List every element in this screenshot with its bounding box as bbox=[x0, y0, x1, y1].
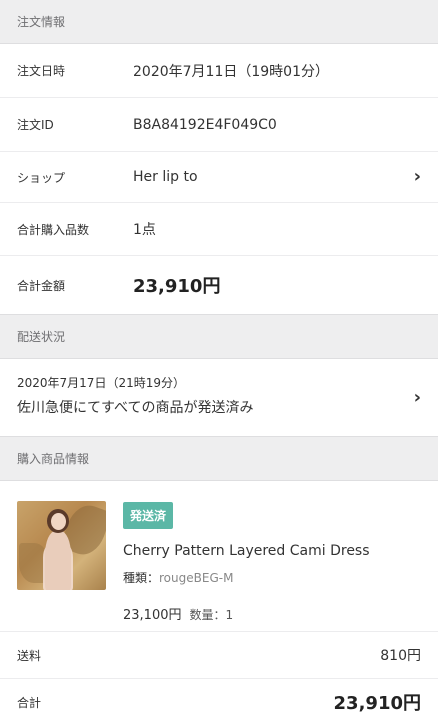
product-variant: 種類：rougeBEG-M bbox=[123, 569, 421, 586]
item-count-label: 合計購入品数 bbox=[17, 222, 90, 237]
shipping-status-row[interactable]: 2020年7月17日（21時19分） 佐川急便にてすべての商品が発送済み › bbox=[0, 359, 438, 436]
shipping-fee-row: 送料 810円 bbox=[0, 631, 438, 678]
product-price-line: 23,100円 数量：1 bbox=[123, 604, 421, 623]
order-date-value: 2020年7月11日（19時01分） bbox=[133, 63, 329, 80]
grand-total-value: 23,910円 bbox=[333, 693, 421, 714]
shipping-fee-label: 送料 bbox=[17, 648, 42, 663]
grand-total-label: 合計 bbox=[17, 695, 42, 710]
products-header: 購入商品情報 bbox=[0, 436, 438, 481]
grand-total-row: 合計 23,910円 bbox=[0, 678, 438, 720]
order-id-label: 注文ID bbox=[17, 118, 54, 132]
order-id-row: 注文ID B8A84192E4F049C0 bbox=[0, 98, 438, 152]
product-name: Cherry Pattern Layered Cami Dress bbox=[123, 543, 370, 559]
shop-value[interactable]: Her lip to bbox=[133, 169, 438, 185]
order-total-label: 合計金額 bbox=[17, 278, 66, 293]
shipping-header-label: 配送状況 bbox=[17, 330, 66, 344]
chevron-right-icon[interactable]: › bbox=[414, 168, 421, 186]
product-info: 発送済 Cherry Pattern Layered Cami Dress 種類… bbox=[123, 501, 421, 631]
chevron-right-icon[interactable]: › bbox=[414, 389, 421, 407]
shipped-badge: 発送済 bbox=[123, 502, 174, 529]
order-total-value: 23,910円 bbox=[133, 276, 221, 297]
product-price: 23,100円 bbox=[123, 608, 182, 623]
order-date-label: 注文日時 bbox=[17, 64, 66, 78]
shipping-status-text: 佐川急便にてすべての商品が発送済み bbox=[17, 400, 254, 416]
item-count-row: 合計購入品数 1点 bbox=[0, 203, 438, 256]
order-total-row: 合計金額 23,910円 bbox=[0, 256, 438, 314]
item-count-value: 1点 bbox=[133, 222, 156, 238]
order-date-row: 注文日時 2020年7月11日（19時01分） bbox=[0, 44, 438, 98]
product-item[interactable]: 発送済 Cherry Pattern Layered Cami Dress 種類… bbox=[0, 481, 438, 631]
order-info-header-label: 注文情報 bbox=[17, 15, 66, 29]
shipping-fee-value: 810円 bbox=[380, 648, 421, 664]
product-thumbnail[interactable] bbox=[17, 501, 106, 590]
shop-row[interactable]: ショップ Her lip to › bbox=[0, 152, 438, 203]
products-header-label: 購入商品情報 bbox=[17, 452, 90, 466]
shop-label: ショップ bbox=[17, 170, 66, 185]
product-variant-value: rougeBEG-M bbox=[159, 571, 234, 585]
product-quantity: 数量：1 bbox=[189, 608, 234, 622]
shipping-date: 2020年7月17日（21時19分） bbox=[17, 376, 185, 390]
product-variant-label: 種類： bbox=[123, 571, 160, 585]
shipping-header: 配送状況 bbox=[0, 314, 438, 359]
order-info-header: 注文情報 bbox=[0, 0, 438, 44]
order-id-value: B8A84192E4F049C0 bbox=[133, 116, 277, 133]
